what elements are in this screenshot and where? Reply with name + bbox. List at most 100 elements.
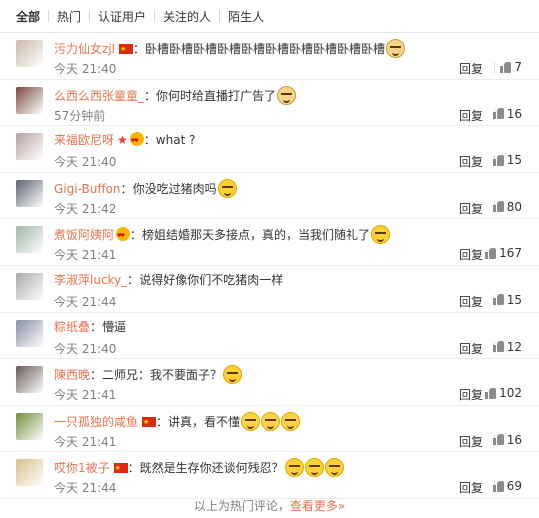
- tab-1[interactable]: 热门: [51, 8, 87, 25]
- reply-button[interactable]: 回复: [459, 246, 483, 263]
- comment-row: 陳西晚：二师兄：我不要面子？ 今天 21:41 回复 102: [0, 359, 539, 406]
- username-link[interactable]: 李淑萍lucky_: [54, 273, 127, 287]
- comment-text: 懵逼: [102, 319, 127, 334]
- like-count: 80: [506, 199, 522, 214]
- avatar[interactable]: [16, 86, 43, 114]
- thumbs-up-icon: [485, 387, 497, 399]
- like-button[interactable]: 12: [492, 339, 522, 354]
- comment-line: 李淑萍lucky_：说得好像你们不吃猪肉一样: [54, 272, 519, 288]
- reply-button[interactable]: 回复: [459, 60, 483, 77]
- comment-row: 来福欧尼呀★ ：what ? 今天 21:40 回复 15: [0, 126, 539, 173]
- comment-line: 来福欧尼呀★ ：what ?: [54, 132, 519, 149]
- comment-text: 你没吃过猪肉吗: [132, 181, 217, 196]
- tab-divider: [219, 10, 221, 22]
- username-link[interactable]: 一只孤独的咸鱼: [54, 415, 138, 429]
- like-button[interactable]: 16: [492, 107, 522, 121]
- comment-line: 污力仙女zjl ：卧槽卧槽卧槽卧槽卧槽卧槽卧槽卧槽卧槽卧槽: [54, 39, 519, 58]
- comment-list: 污力仙女zjl：卧槽卧槽卧槽卧槽卧槽卧槽卧槽卧槽卧槽卧槽今天 21:40 回复 7 么…: [0, 33, 539, 499]
- reply-button[interactable]: 回复: [459, 479, 483, 496]
- comment-timestamp: 今天 21:40: [54, 155, 117, 170]
- like-count: 15: [506, 153, 522, 168]
- avatar[interactable]: [16, 319, 43, 347]
- reply-button[interactable]: 回复: [459, 153, 483, 170]
- comment-footer: 以上为热门评论，查看更多»: [0, 497, 539, 514]
- like-button[interactable]: 102: [485, 386, 522, 400]
- drool-emoji-icon: [241, 411, 261, 431]
- drool-emoji-icon: [261, 411, 281, 431]
- avatar[interactable]: [16, 412, 43, 440]
- username-link[interactable]: Gigi-Buffon: [54, 182, 121, 196]
- comment-line: 煮饭阿姨阿 ：榜姐结婚那天多接点，真的，当我们随礼了: [54, 225, 519, 245]
- china-flag-icon: [118, 41, 133, 57]
- avatar[interactable]: [16, 133, 43, 161]
- thumbs-up-icon: [492, 341, 504, 353]
- like-button[interactable]: 7: [500, 60, 522, 74]
- comment-row: 煮饭阿姨阿 ：榜姐结婚那天多接点，真的，当我们随礼了今天 21:41 回复 167: [0, 219, 539, 266]
- comment-text: what ?: [155, 133, 196, 148]
- tab-2[interactable]: 认证用户: [92, 8, 152, 25]
- heart-eyes-icon: [129, 132, 144, 149]
- comment-timestamp: 57分钟前: [54, 108, 106, 123]
- avatar[interactable]: [16, 366, 43, 394]
- like-count: 16: [506, 432, 522, 447]
- comment-text: 既然是生存你还谈何残忍？: [139, 461, 284, 476]
- see-more-link[interactable]: 查看更多»: [290, 499, 345, 513]
- smile-emoji-icon: [304, 458, 324, 478]
- like-count: 15: [506, 292, 522, 307]
- comment-row: 哎你1被子 ：既然是生存你还谈何残忍？ 今天 21:44 回复 69: [0, 452, 539, 499]
- avatar[interactable]: [16, 459, 43, 487]
- username-link[interactable]: 哎你1被子: [54, 461, 110, 475]
- reply-button[interactable]: 回复: [459, 433, 483, 450]
- username-link[interactable]: 陳西晚: [54, 368, 90, 382]
- comment-text: 榜姐结婚那天多接点，真的，当我们随礼了: [142, 228, 371, 243]
- reply-button[interactable]: 回复: [459, 107, 483, 124]
- colon-separator: ：: [156, 414, 169, 429]
- comment-timestamp: 今天 21:44: [54, 481, 117, 496]
- like-count: 7: [514, 60, 522, 74]
- comment-text: 你何时给直播打广告了: [156, 88, 277, 103]
- reply-button[interactable]: 回复: [459, 340, 483, 357]
- medal-icon: ★: [117, 133, 128, 148]
- comment-timestamp: 今天 21:41: [54, 434, 117, 449]
- username-link[interactable]: 污力仙女zjl: [54, 42, 115, 56]
- comment-line: Gigi-Buffon：你没吃过猪肉吗: [54, 178, 519, 198]
- colon-separator: ：: [90, 319, 103, 334]
- reply-button[interactable]: 回复: [459, 200, 483, 217]
- like-button[interactable]: 69: [492, 479, 522, 494]
- comment-timestamp: 今天 21:42: [54, 201, 117, 216]
- china-flag-icon: [142, 414, 157, 430]
- like-button[interactable]: 167: [485, 246, 522, 260]
- like-button[interactable]: 15: [492, 292, 522, 307]
- comment-line: 粽纸叠：懵逼: [54, 319, 519, 335]
- smile-emoji-icon: [217, 178, 237, 198]
- tab-divider: [48, 10, 50, 22]
- tab-3[interactable]: 关注的人: [157, 8, 217, 25]
- colon-separator: ：: [143, 133, 156, 148]
- like-count: 12: [506, 339, 522, 354]
- reply-button[interactable]: 回复: [459, 293, 483, 310]
- tab-0[interactable]: 全部: [16, 8, 46, 25]
- comment-text: 说得好像你们不吃猪肉一样: [139, 272, 284, 287]
- thumbs-up-icon: [492, 108, 504, 120]
- username-link[interactable]: 粽纸叠: [54, 320, 90, 334]
- like-count: 69: [506, 479, 522, 494]
- username-link[interactable]: 来福欧尼呀: [54, 133, 114, 147]
- comment-filter-tabs: 全部 热门 认证用户 关注的人 陌生人: [0, 0, 539, 33]
- avatar[interactable]: [16, 179, 43, 207]
- comment-timestamp: 今天 21:40: [54, 62, 117, 76]
- tab-4[interactable]: 陌生人: [222, 8, 270, 25]
- comment-row: 一只孤独的咸鱼 ：讲真，看不懂今天 21:41 回复 16: [0, 406, 539, 453]
- like-button[interactable]: 15: [492, 153, 522, 168]
- like-button[interactable]: 80: [492, 199, 522, 214]
- username-link[interactable]: 煮饭阿姨阿: [54, 228, 114, 242]
- like-button[interactable]: 16: [492, 432, 522, 447]
- avatar[interactable]: [16, 40, 43, 67]
- comment-line: 一只孤独的咸鱼 ：讲真，看不懂: [54, 411, 519, 431]
- avatar[interactable]: [16, 226, 43, 254]
- colon-separator: ：: [90, 368, 103, 383]
- avatar[interactable]: [16, 272, 43, 300]
- username-link[interactable]: 么西么西张童童_: [54, 89, 144, 103]
- reply-button[interactable]: 回复: [459, 386, 483, 403]
- comment-line: 陳西晚：二师兄：我不要面子？: [54, 365, 519, 385]
- tab-divider: [89, 10, 91, 22]
